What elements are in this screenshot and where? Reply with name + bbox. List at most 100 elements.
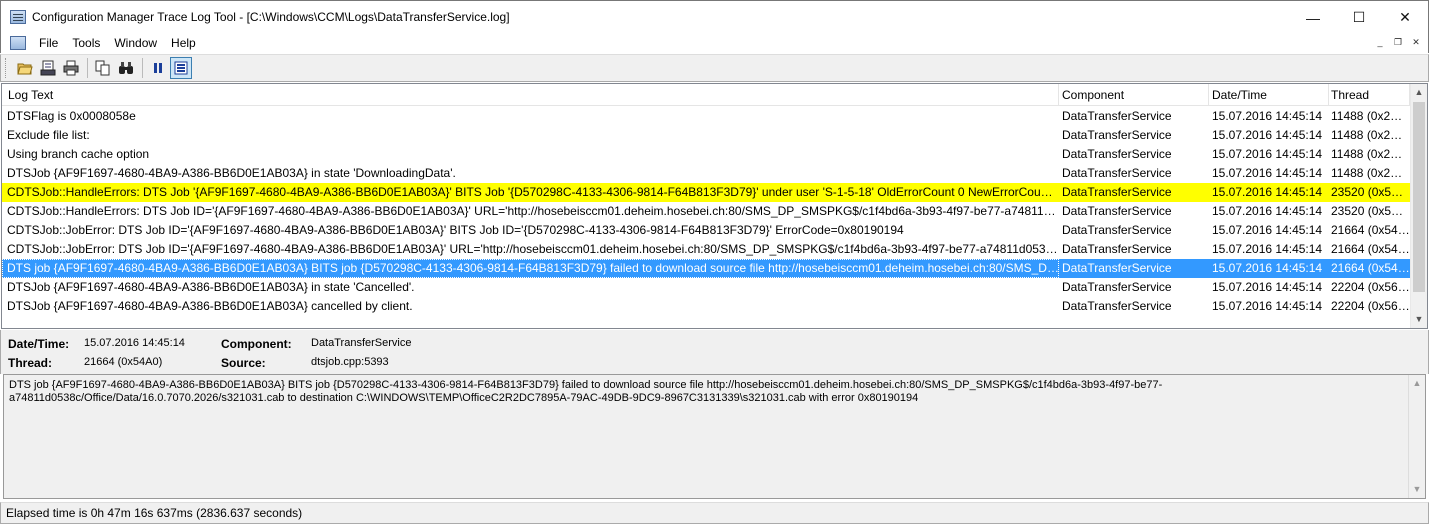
datetime-cell: 15.07.2016 14:45:14 (1212, 261, 1323, 275)
source-value: dtsjob.cpp:5393 (311, 356, 389, 368)
datetime-cell: 15.07.2016 14:45:14 (1212, 109, 1323, 123)
datetime-cell: 15.07.2016 14:45:14 (1212, 185, 1323, 199)
log-text-cell: DTSJob {AF9F1697-4680-4BA9-A386-BB6D0E1A… (7, 166, 456, 180)
message-line: DTS job {AF9F1697-4680-4BA9-A386-BB6D0E1… (9, 379, 1163, 391)
mdi-controls: _ ❐ ✕ (1372, 35, 1424, 49)
log-rows: DTSFlag is 0x0008058e DataTransferServic… (2, 107, 1410, 316)
log-text-cell: DTSFlag is 0x0008058e (7, 109, 136, 123)
mdi-minimize-button[interactable]: _ (1372, 35, 1388, 49)
document-icon[interactable] (10, 36, 26, 50)
print-icon[interactable] (60, 57, 82, 79)
log-text-cell: Using branch cache option (7, 147, 150, 161)
thread-cell: 22204 (0x56BC) (1331, 280, 1410, 294)
log-text-cell: CDTSJob::JobError: DTS Job ID='{AF9F1697… (7, 223, 904, 237)
log-text-cell: Exclude file list: (7, 128, 90, 142)
component-cell: DataTransferService (1062, 242, 1172, 256)
thread-cell: 21664 (0x54A0) (1331, 242, 1410, 256)
scroll-thumb[interactable] (1413, 102, 1425, 292)
window-controls: — ☐ ✕ (1290, 1, 1428, 34)
column-header-thread[interactable]: Thread (1329, 84, 1410, 106)
column-header-datetime[interactable]: Date/Time (1209, 84, 1329, 106)
component-cell: DataTransferService (1062, 147, 1172, 161)
thread-cell: 21664 (0x54A0) (1331, 261, 1410, 275)
datetime-cell: 15.07.2016 14:45:14 (1212, 128, 1323, 142)
datetime-cell: 15.07.2016 14:45:14 (1212, 242, 1323, 256)
log-row[interactable]: DTSJob {AF9F1697-4680-4BA9-A386-BB6D0E1A… (2, 297, 1410, 316)
component-cell: DataTransferService (1062, 185, 1172, 199)
component-cell: DataTransferService (1062, 261, 1172, 275)
datetime-cell: 15.07.2016 14:45:14 (1212, 147, 1323, 161)
log-text-cell: DTSJob {AF9F1697-4680-4BA9-A386-BB6D0E1A… (7, 280, 415, 294)
datetime-cell: 15.07.2016 14:45:14 (1212, 166, 1323, 180)
log-text-cell: CDTSJob::JobError: DTS Job ID='{AF9F1697… (7, 242, 1059, 256)
mdi-close-button[interactable]: ✕ (1408, 35, 1424, 49)
log-row[interactable]: DTSJob {AF9F1697-4680-4BA9-A386-BB6D0E1A… (2, 278, 1410, 297)
component-cell: DataTransferService (1062, 223, 1172, 237)
message-text-area[interactable]: DTS job {AF9F1697-4680-4BA9-A386-BB6D0E1… (3, 374, 1426, 499)
log-row-selected[interactable]: DTS job {AF9F1697-4680-4BA9-A386-BB6D0E1… (2, 259, 1410, 278)
datetime-cell: 15.07.2016 14:45:14 (1212, 280, 1323, 294)
log-row[interactable]: DTSFlag is 0x0008058e DataTransferServic… (2, 107, 1410, 126)
pause-icon[interactable] (147, 57, 169, 79)
thread-cell: 11488 (0x2CE0) (1331, 166, 1410, 180)
component-cell: DataTransferService (1062, 280, 1172, 294)
log-row[interactable]: CDTSJob::JobError: DTS Job ID='{AF9F1697… (2, 221, 1410, 240)
scroll-down-icon[interactable]: ▼ (1411, 311, 1427, 328)
status-text: Elapsed time is 0h 47m 16s 637ms (2836.6… (6, 506, 303, 520)
scroll-up-icon[interactable]: ▲ (1409, 375, 1425, 392)
menu-file[interactable]: File (32, 33, 65, 53)
status-bar: Elapsed time is 0h 47m 16s 637ms (2836.6… (0, 502, 1429, 524)
print-preview-icon[interactable] (37, 57, 59, 79)
log-row[interactable]: CDTSJob::HandleErrors: DTS Job ID='{AF9F… (2, 202, 1410, 221)
column-header-component[interactable]: Component (1059, 84, 1209, 106)
menu-tools[interactable]: Tools (65, 33, 107, 53)
toolbar-grip[interactable] (5, 58, 8, 78)
highlight-icon[interactable] (170, 57, 192, 79)
close-button[interactable]: ✕ (1382, 1, 1428, 34)
log-grid-header: Log Text Component Date/Time Thread (2, 84, 1410, 106)
window-title: Configuration Manager Trace Log Tool - [… (32, 10, 510, 24)
thread-cell: 11488 (0x2CE0) (1331, 147, 1410, 161)
log-grid: Log Text Component Date/Time Thread DTSF… (1, 83, 1428, 329)
component-cell: DataTransferService (1062, 128, 1172, 142)
mdi-restore-button[interactable]: ❐ (1390, 35, 1406, 49)
thread-cell: 23520 (0x5BE0) (1331, 185, 1410, 199)
datetime-cell: 15.07.2016 14:45:14 (1212, 299, 1323, 313)
thread-label: Thread: (8, 356, 53, 370)
log-row[interactable]: Using branch cache option DataTransferSe… (2, 145, 1410, 164)
log-row-warning[interactable]: CDTSJob::HandleErrors: DTS Job '{AF9F169… (2, 183, 1410, 202)
open-folder-icon[interactable] (14, 57, 36, 79)
component-value: DataTransferService (311, 337, 412, 349)
log-row[interactable]: DTSJob {AF9F1697-4680-4BA9-A386-BB6D0E1A… (2, 164, 1410, 183)
log-text-cell: CDTSJob::HandleErrors: DTS Job '{AF9F169… (7, 185, 1059, 199)
toolbar-separator (142, 58, 143, 78)
toolbar (0, 54, 1429, 82)
source-label: Source: (221, 356, 266, 370)
maximize-button[interactable]: ☐ (1336, 1, 1382, 34)
copy-icon[interactable] (92, 57, 114, 79)
datetime-cell: 15.07.2016 14:45:14 (1212, 223, 1323, 237)
scroll-up-icon[interactable]: ▲ (1411, 84, 1427, 101)
log-text-cell: CDTSJob::HandleErrors: DTS Job ID='{AF9F… (7, 204, 1059, 218)
details-panel: Date/Time: 15.07.2016 14:45:14 Component… (0, 330, 1429, 374)
thread-cell: 22204 (0x56BC) (1331, 299, 1410, 313)
log-text-cell: DTSJob {AF9F1697-4680-4BA9-A386-BB6D0E1A… (7, 299, 413, 313)
message-scrollbar[interactable]: ▲ ▼ (1408, 375, 1425, 498)
menu-window[interactable]: Window (107, 33, 164, 53)
datetime-value: 15.07.2016 14:45:14 (84, 337, 185, 349)
scroll-down-icon[interactable]: ▼ (1409, 481, 1425, 498)
column-header-log-text[interactable]: Log Text (2, 84, 1059, 106)
component-cell: DataTransferService (1062, 109, 1172, 123)
log-row[interactable]: CDTSJob::JobError: DTS Job ID='{AF9F1697… (2, 240, 1410, 259)
log-text-cell: DTS job {AF9F1697-4680-4BA9-A386-BB6D0E1… (2, 259, 1059, 278)
minimize-button[interactable]: — (1290, 1, 1336, 34)
thread-cell: 21664 (0x54A0) (1331, 223, 1410, 237)
find-icon[interactable] (115, 57, 137, 79)
thread-cell: 11488 (0x2CE0) (1331, 109, 1410, 123)
log-grid-scrollbar[interactable]: ▲ ▼ (1410, 84, 1427, 328)
log-row[interactable]: Exclude file list: DataTransferService 1… (2, 126, 1410, 145)
component-label: Component: (221, 337, 292, 351)
menu-help[interactable]: Help (164, 33, 203, 53)
menu-bar: File Tools Window Help _ ❐ ✕ (0, 33, 1429, 53)
title-bar: Configuration Manager Trace Log Tool - [… (0, 0, 1429, 33)
